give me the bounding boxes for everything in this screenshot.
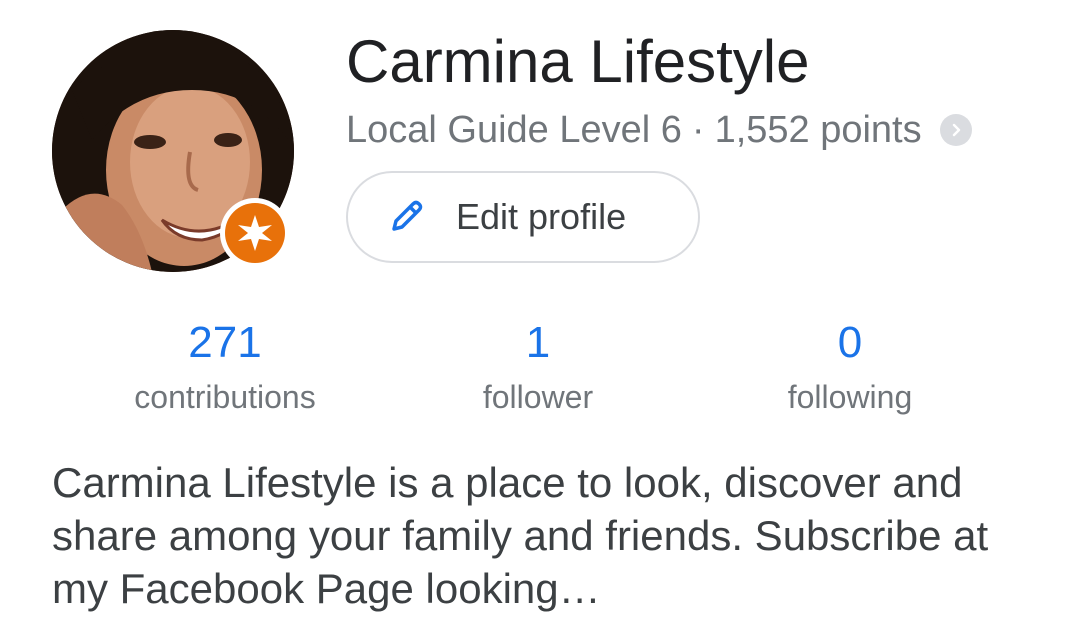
local-guide-level-text: Local Guide Level 6 — [346, 108, 682, 151]
followers-label: follower — [482, 379, 594, 415]
points-text: 1,552 points — [714, 108, 922, 151]
chevron-right-icon[interactable] — [939, 114, 972, 146]
local-guide-level-link[interactable]: Local Guide Level 6 · 1,552 points — [346, 108, 972, 152]
separator-dot: · — [691, 108, 705, 151]
stat-contributions[interactable]: 271 contributions — [105, 316, 345, 420]
followers-count: 1 — [525, 318, 551, 367]
stat-followers[interactable]: 1 follower — [438, 316, 638, 420]
contributions-count: 271 — [188, 318, 262, 367]
local-guide-badge — [220, 198, 290, 268]
following-count: 0 — [837, 318, 863, 367]
stat-following[interactable]: 0 following — [750, 316, 950, 420]
profile-name: Carmina Lifestyle — [346, 28, 810, 95]
profile-bio[interactable]: Carmina Lifestyle is a place to look, di… — [52, 456, 1052, 615]
edit-profile-button[interactable]: Edit profile — [346, 171, 700, 263]
contributions-label: contributions — [134, 379, 316, 415]
pencil-icon — [384, 195, 428, 239]
edit-profile-label: Edit profile — [456, 196, 627, 237]
following-label: following — [787, 379, 913, 415]
local-guide-star-icon — [225, 203, 285, 263]
profile-stats: 271 contributions 1 follower 0 following — [0, 316, 1079, 426]
profile-avatar-container[interactable] — [52, 30, 294, 272]
